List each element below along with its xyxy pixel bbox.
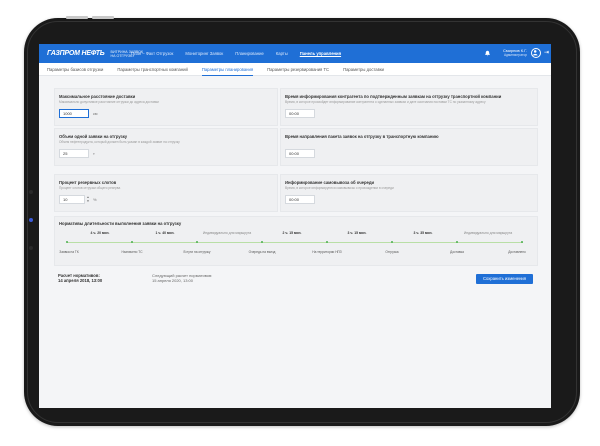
stage-label: Заявка на ТК [59,250,79,254]
reserve-slots-stepper[interactable]: ▲ ▼ [86,195,90,204]
max-distance-unit: км [93,111,98,116]
last-calc: Расчет нормативов: 14 апреля 2018, 13:00 [58,273,102,283]
next-calc-date: 15 апреля 2020, 13:00 [152,278,194,283]
timeline-dot [326,241,328,243]
duration-7: Индивидуально для маршрута [463,231,513,235]
user-icon [532,50,538,56]
order-volume-unit: т [93,151,95,156]
card-contractor-time: Время информирования контрагента по подт… [280,88,538,126]
stage-label: Назначено ТС [121,250,143,254]
nav-control-panel[interactable]: Панель управления [300,51,341,56]
package-time-input[interactable]: 00:00 [285,149,315,158]
next-calc: Следующий расчет нормативов: 15 апреля 2… [152,273,212,283]
timeline-dot [261,241,263,243]
logout-icon[interactable]: ⇥ [544,50,549,56]
user-role: Администратор [504,53,527,57]
volume-button [66,16,88,19]
card-max-distance: Максимальное расстояние доставки Максима… [54,88,278,126]
card-order-volume: Объем одной заявки на отгрузку Объем неф… [54,128,278,166]
max-distance-desc: Максимально допустимое расстояние отгруз… [59,100,159,104]
side-dot-bottom [29,246,33,250]
self-pickup-time-title: Информирование самовывоза об очереди [285,180,375,185]
stage-label: Доставка [450,250,464,254]
reserve-slots-title: Процент резервных слотов [59,180,117,185]
settings-tabs: Параметры базисов отгрузки Параметры тра… [39,63,551,76]
contractor-time-desc: Время, в которое произойдет информирован… [285,100,486,104]
side-dot-top [29,190,33,194]
nav-maps[interactable]: Карты [276,51,288,56]
order-volume-desc: Объем нефтепродукта, который должен быть… [59,140,180,144]
stage-label: В пути на отгрузку [183,250,211,254]
tab-transport-companies[interactable]: Параметры транспортных компаний [117,67,187,72]
tab-planning-params[interactable]: Параметры планирования [201,67,254,76]
self-pickup-time-desc: Время, в которое информируются самовывоз… [285,186,394,190]
avatar[interactable] [531,48,541,58]
order-volume-input[interactable]: 25 [59,149,89,158]
top-navigation-bar: ГАЗПРОМ НЕФТЬ ВИТРИНА ЗАЯВОК НА ОТГРУЗКУ… [39,44,551,63]
stage-label: Отгрузка [385,250,399,254]
card-timeline: Нормативы длительности выполнения заявки… [54,216,538,266]
duration-1: 4 ч. 20 мин. [90,231,110,235]
nav-plan-fact[interactable]: План – Факт Отгрузок [131,51,173,56]
nav-planning[interactable]: Планирование [235,51,264,56]
max-distance-input[interactable]: 1000 [59,109,89,118]
logo-mark: ГАЗПРОМ НЕФТЬ [47,50,105,57]
user-info[interactable]: Смирнов К.Г. Администратор [498,48,527,57]
duration-6: 3 ч. 35 мин. [413,231,433,235]
package-time-title: Время направления пакета заявок на отгру… [285,134,439,139]
stage-label: На территории НПЗ [312,250,342,254]
timeline-dot [456,241,458,243]
reserve-slots-desc: Процент слотов отгрузки общего резерва [59,186,121,190]
card-self-pickup-time: Информирование самовывоза об очереди Вре… [280,174,538,212]
order-volume-title: Объем одной заявки на отгрузку [59,134,128,139]
logo[interactable]: ГАЗПРОМ НЕФТЬ ВИТРИНА ЗАЯВОК НА ОТГРУЗКУ [47,48,143,59]
front-camera-icon [29,218,33,222]
stage-label: Очередь на въезд [248,250,276,254]
max-distance-title: Максимальное расстояние доставки [59,94,136,99]
screen: ГАЗПРОМ НЕФТЬ ВИТРИНА ЗАЯВОК НА ОТГРУЗКУ… [39,44,551,408]
timeline-line [67,242,523,243]
tab-shipping-bases[interactable]: Параметры базисов отгрузки [47,67,103,72]
reserve-slots-unit: % [93,197,97,202]
timeline-dot [391,241,393,243]
timeline-dot [66,241,68,243]
card-reserve-slots: Процент резервных слотов Процент слотов … [54,174,278,212]
stage-label: Доставлено [508,250,526,254]
tab-vehicle-reservation[interactable]: Параметры резервирования ТС [267,67,329,72]
duration-3: Индивидуально для маршрута [202,231,252,235]
timeline-dot [521,241,523,243]
duration-2: 1 ч. 40 мин. [155,231,175,235]
timeline-title: Нормативы длительности выполнения заявки… [59,221,182,226]
duration-5: 3 ч. 15 мин. [347,231,367,235]
last-calc-date: 14 апреля 2018, 13:00 [58,278,103,283]
nav-monitoring[interactable]: Мониторинг Заявок [185,51,223,56]
card-package-time: Время направления пакета заявок на отгру… [280,128,538,166]
bell-icon[interactable] [484,50,491,57]
main-nav: План – Факт Отгрузок Мониторинг Заявок П… [131,44,353,63]
power-button [92,16,114,19]
tab-delivery-params[interactable]: Параметры доставки [343,67,384,72]
self-pickup-time-input[interactable]: 00:00 [285,195,315,204]
timeline-dot [196,241,198,243]
save-changes-button[interactable]: Сохранить изменения [476,274,533,284]
timeline-dot [131,241,133,243]
contractor-time-input[interactable]: 00:00 [285,109,315,118]
duration-4: 2 ч. 15 мин. [282,231,302,235]
contractor-time-title: Время информирования контрагента по подт… [285,94,502,99]
reserve-slots-input[interactable]: 10 [59,195,85,204]
